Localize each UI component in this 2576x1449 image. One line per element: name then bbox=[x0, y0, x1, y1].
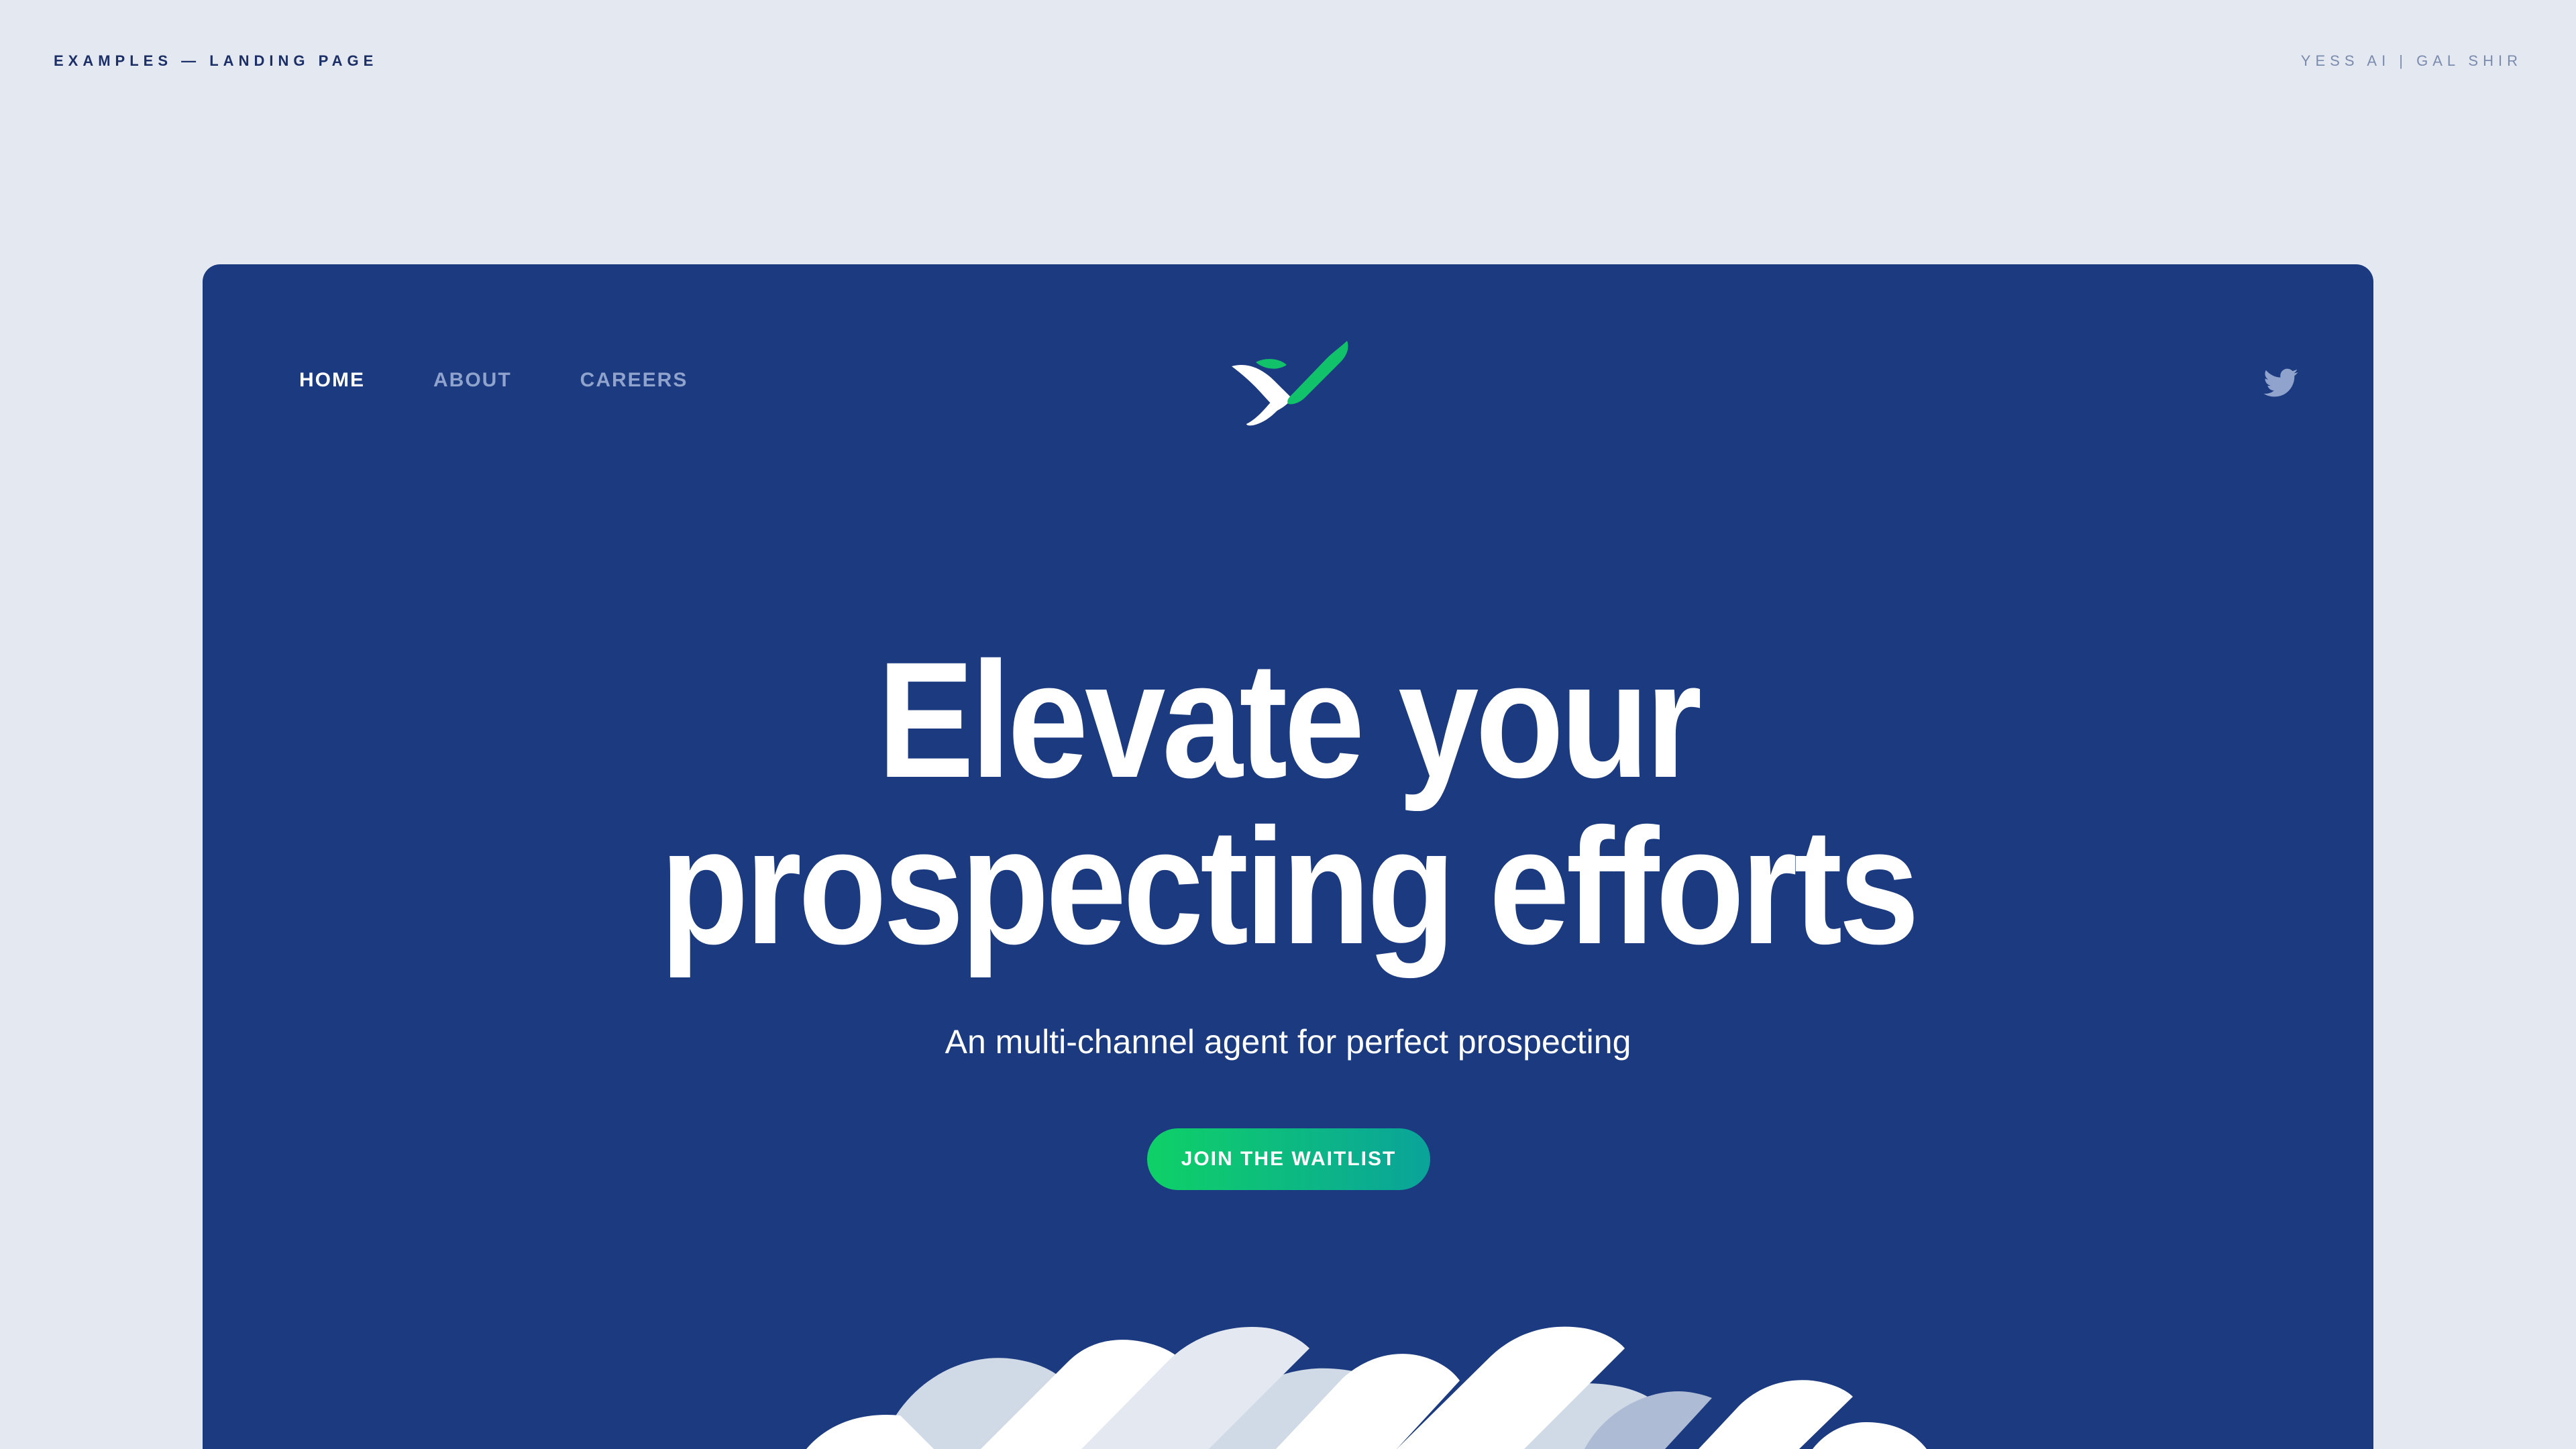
main-nav: HOME ABOUT CAREERS bbox=[299, 369, 688, 392]
nav-item-about[interactable]: ABOUT bbox=[433, 369, 512, 392]
nav-item-home[interactable]: HOME bbox=[299, 369, 365, 392]
landing-card: HOME ABOUT CAREERS Elevate your prospect… bbox=[203, 264, 2373, 1449]
decorative-wave-graphic bbox=[806, 1326, 1927, 1449]
hero-title-line-2: prospecting efforts bbox=[659, 794, 1919, 979]
hero-title: Elevate your prospecting efforts bbox=[333, 637, 2243, 970]
logo-leaf-left bbox=[1256, 359, 1287, 369]
nav-item-careers[interactable]: CAREERS bbox=[580, 369, 688, 392]
logo-swoosh-right bbox=[1287, 341, 1348, 405]
page: EXAMPLES — LANDING PAGE YESS AI | GAL SH… bbox=[0, 0, 2576, 1449]
hero-subtitle: An multi-channel agent for perfect prosp… bbox=[945, 1023, 1631, 1061]
top-caption-right: YESS AI | GAL SHIR bbox=[2300, 52, 2522, 69]
join-waitlist-button[interactable]: JOIN THE WAITLIST bbox=[1147, 1128, 1430, 1190]
yess-logo-icon[interactable] bbox=[1226, 338, 1350, 428]
top-caption-left: EXAMPLES — LANDING PAGE bbox=[54, 52, 378, 69]
hero-title-line-1: Elevate your bbox=[877, 628, 1702, 812]
wave-shape bbox=[1813, 1422, 1927, 1449]
twitter-icon[interactable] bbox=[2262, 365, 2300, 402]
